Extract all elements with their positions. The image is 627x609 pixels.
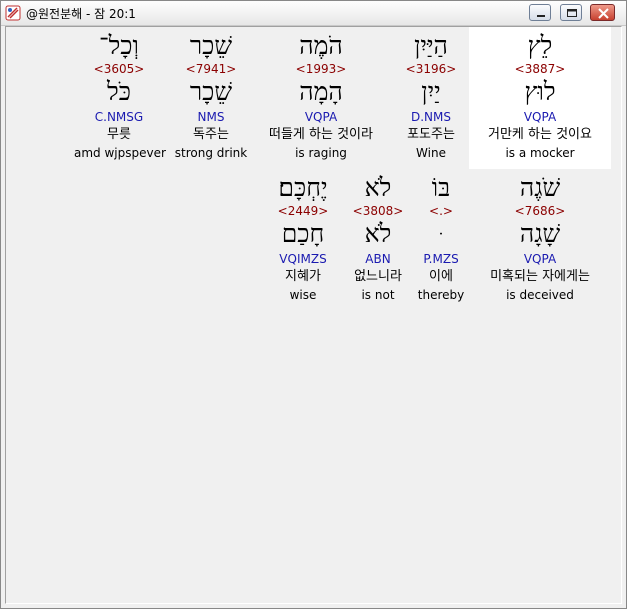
hebrew-word: בּוֹ <box>431 173 451 202</box>
morphology-code: C.NMSG <box>94 110 144 124</box>
window-title: @원전분해 - 잠 20:1 <box>26 7 136 21</box>
english-gloss: strong drink <box>174 146 248 160</box>
hebrew-word: הַיַּיִן <box>414 31 448 60</box>
english-gloss: is raging <box>295 146 347 160</box>
morphology-code: P.MZS <box>423 252 459 266</box>
lemma: חָכַם <box>281 219 325 248</box>
korean-gloss: 미혹되는 자에게는 <box>490 269 590 284</box>
hebrew-word: לֹא <box>364 173 392 202</box>
word-column[interactable]: וְכָל־ <3605> כֹּל C.NMSG 무릇 amd wjpspev… <box>74 27 166 169</box>
morphology-code: VQPA <box>523 252 557 266</box>
lemma: הָמָה <box>299 77 343 106</box>
morphology-code: VQPA <box>304 110 338 124</box>
korean-gloss: 없느니라 <box>354 269 402 284</box>
hebrew-word: לֵץ <box>527 31 553 60</box>
lemma: יַיִן <box>421 77 441 106</box>
close-button[interactable] <box>590 4 615 21</box>
strong-number: <.> <box>429 204 453 218</box>
maximize-button[interactable] <box>560 4 582 21</box>
english-gloss: wise <box>289 288 317 302</box>
hebrew-word: יֶחְכָּם׃ <box>278 173 328 202</box>
korean-gloss: 포도주는 <box>407 127 455 142</box>
english-gloss: is deceived <box>506 288 574 302</box>
korean-gloss: 지혜가 <box>285 269 321 284</box>
strong-number: <7686> <box>514 204 566 218</box>
morphology-code: NMS <box>197 110 225 124</box>
english-gloss: amd wjpspever <box>74 146 166 160</box>
korean-gloss: 이에 <box>429 269 453 284</box>
strong-number: <7941> <box>185 62 237 76</box>
english-gloss: is a mocker <box>505 146 575 160</box>
hebrew-word: שֹׁגֶה <box>519 173 561 202</box>
hebrew-word: שֵׁכָר <box>189 31 233 60</box>
strong-number: <1993> <box>295 62 347 76</box>
title-bar[interactable]: @원전분해 - 잠 20:1 <box>1 1 626 26</box>
morphology-code: VQPA <box>523 110 557 124</box>
word-column[interactable]: יֶחְכָּם׃ <2449> חָכַם VQIMZS 지혜가 wise <box>266 169 340 311</box>
word-column[interactable]: שֹׁגֶה <7686> שָׁגָה VQPA 미혹되는 자에게는 is d… <box>469 169 611 311</box>
morphology-code: D.NMS <box>410 110 451 124</box>
english-gloss: is not <box>361 288 395 302</box>
lemma: שֵׁכָר <box>189 77 233 106</box>
word-column[interactable]: הֹמֶה <1993> הָמָה VQPA 떠들게 하는 것이라 is ra… <box>256 27 386 169</box>
strong-number: <3808> <box>352 204 404 218</box>
word-column[interactable]: לֹא <3808> לֹא ABN 없느니라 is not <box>346 169 410 311</box>
lemma: לֹא <box>364 219 392 248</box>
strong-number: <3605> <box>93 62 145 76</box>
english-gloss: Wine <box>416 146 446 160</box>
hebrew-word: וְכָל־ <box>99 31 139 60</box>
word-column[interactable]: שֵׁכָר <7941> שֵׁכָר NMS 독주는 strong drin… <box>171 27 251 169</box>
strong-number: <3196> <box>405 62 457 76</box>
word-column[interactable]: לֵץ <3887> לוּץ VQPA 거만케 하는 것이요 is a moc… <box>469 27 611 169</box>
korean-gloss: 무릇 <box>107 127 131 142</box>
lemma: ּ <box>411 219 471 249</box>
lemma: כֹּל <box>107 77 131 106</box>
english-gloss: thereby <box>417 288 465 302</box>
strong-number: <3887> <box>514 62 566 76</box>
maximize-icon <box>567 9 577 17</box>
close-icon <box>598 8 609 19</box>
hebrew-word: הֹמֶה <box>299 31 343 60</box>
word-column[interactable]: הַיַּיִן <3196> יַיִן D.NMS 포도주는 Wine <box>386 27 476 169</box>
korean-gloss: 거만케 하는 것이요 <box>488 127 592 142</box>
strong-number: <2449> <box>277 204 329 218</box>
minimize-button[interactable] <box>529 4 551 21</box>
korean-gloss: 떠들게 하는 것이라 <box>269 127 373 142</box>
word-column[interactable]: בּוֹ <.> ּ P.MZS 이에 thereby <box>411 169 471 311</box>
app-window: @원전분해 - 잠 20:1 לֵץ <3887> לוּץ VQPA 거만케 … <box>0 0 627 609</box>
interlinear-panel: לֵץ <3887> לוּץ VQPA 거만케 하는 것이요 is a moc… <box>5 26 622 604</box>
korean-gloss: 독주는 <box>193 127 229 142</box>
minimize-icon <box>537 15 545 17</box>
morphology-code: ABN <box>365 252 391 266</box>
morphology-code: VQIMZS <box>279 252 327 266</box>
lemma: לוּץ <box>524 77 556 106</box>
app-icon <box>5 5 21 21</box>
lemma: שָׁגָה <box>519 219 561 248</box>
